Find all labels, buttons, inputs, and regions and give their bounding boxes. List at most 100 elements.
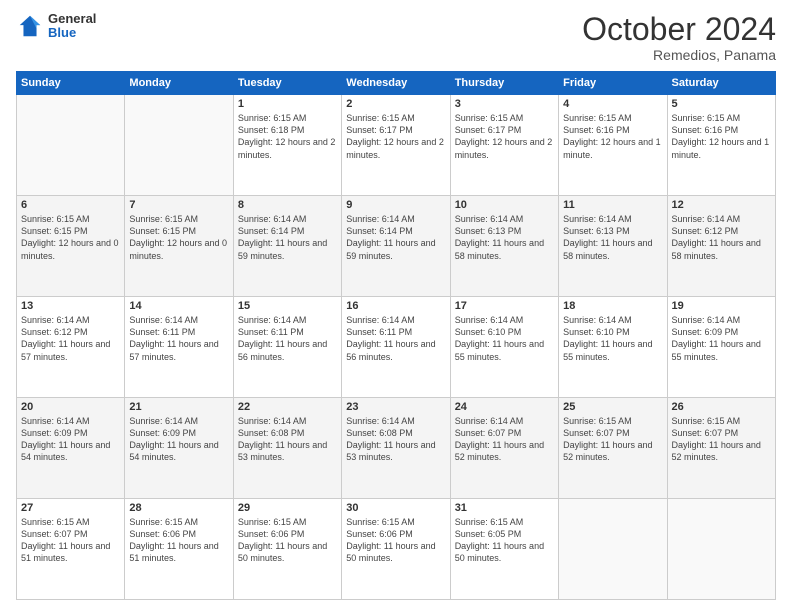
calendar-cell	[125, 95, 233, 196]
day-number: 12	[672, 199, 771, 211]
calendar-cell: 31Sunrise: 6:15 AM Sunset: 6:05 PM Dayli…	[450, 499, 558, 600]
day-number: 2	[346, 98, 445, 110]
logo-icon	[16, 12, 44, 40]
day-number: 24	[455, 401, 554, 413]
calendar-cell: 6Sunrise: 6:15 AM Sunset: 6:15 PM Daylig…	[17, 196, 125, 297]
cell-info: Sunrise: 6:14 AM Sunset: 6:09 PM Dayligh…	[129, 415, 228, 464]
calendar-cell: 7 Sunrise: 6:15 AM Sunset: 6:15 PM Daylig…	[125, 196, 233, 297]
day-number: 18	[563, 300, 662, 312]
day-number: 13	[21, 300, 120, 312]
cell-info: Sunrise: 6:15 AM Sunset: 6:07 PM Dayligh…	[563, 415, 662, 464]
logo: General Blue	[16, 12, 96, 41]
calendar-header-row: SundayMondayTuesdayWednesdayThursdayFrid…	[17, 72, 776, 95]
calendar-cell: 26 Sunrise: 6:15 AM Sunset: 6:07 PM Dayli…	[667, 398, 775, 499]
location-subtitle: Remedios, Panama	[582, 47, 776, 63]
calendar-cell: 9 Sunrise: 6:14 AM Sunset: 6:14 PM Daylig…	[342, 196, 450, 297]
page: General Blue October 2024 Remedios, Pana…	[0, 0, 792, 612]
calendar-cell: 8Sunrise: 6:14 AM Sunset: 6:14 PM Daylig…	[233, 196, 341, 297]
cell-info: Sunrise: 6:15 AM Sunset: 6:07 PM Dayligh…	[21, 516, 120, 565]
cell-info: Sunrise: 6:14 AM Sunset: 6:10 PM Dayligh…	[455, 314, 554, 363]
day-header-friday: Friday	[559, 72, 667, 95]
calendar-cell	[17, 95, 125, 196]
cell-info: Sunrise: 6:15 AM Sunset: 6:17 PM Dayligh…	[455, 112, 554, 161]
calendar-cell	[667, 499, 775, 600]
calendar-cell: 4 Sunrise: 6:15 AM Sunset: 6:16 PM Daylig…	[559, 95, 667, 196]
cell-info: Sunrise: 6:15 AM Sunset: 6:07 PM Dayligh…	[672, 415, 771, 464]
calendar-cell: 20 Sunrise: 6:14 AM Sunset: 6:09 PM Dayli…	[17, 398, 125, 499]
day-number: 25	[563, 401, 662, 413]
cell-info: Sunrise: 6:15 AM Sunset: 6:16 PM Dayligh…	[563, 112, 662, 161]
day-header-tuesday: Tuesday	[233, 72, 341, 95]
calendar-week-row: 20 Sunrise: 6:14 AM Sunset: 6:09 PM Dayli…	[17, 398, 776, 499]
day-header-saturday: Saturday	[667, 72, 775, 95]
calendar-cell: 11 Sunrise: 6:14 AM Sunset: 6:13 PM Dayli…	[559, 196, 667, 297]
day-header-wednesday: Wednesday	[342, 72, 450, 95]
day-number: 17	[455, 300, 554, 312]
calendar-week-row: 13 Sunrise: 6:14 AM Sunset: 6:12 PM Dayli…	[17, 297, 776, 398]
calendar-cell: 5 Sunrise: 6:15 AM Sunset: 6:16 PM Daylig…	[667, 95, 775, 196]
cell-info: Sunrise: 6:15 AM Sunset: 6:15 PM Dayligh…	[129, 213, 228, 262]
calendar-week-row: 27 Sunrise: 6:15 AM Sunset: 6:07 PM Dayli…	[17, 499, 776, 600]
day-number: 11	[563, 199, 662, 211]
day-number: 7	[129, 199, 228, 211]
calendar-cell: 30 Sunrise: 6:15 AM Sunset: 6:06 PM Dayli…	[342, 499, 450, 600]
month-title: October 2024	[582, 12, 776, 47]
cell-info: Sunrise: 6:15 AM Sunset: 6:16 PM Dayligh…	[672, 112, 771, 161]
day-number: 15	[238, 300, 337, 312]
cell-info: Sunrise: 6:15 AM Sunset: 6:15 PM Dayligh…	[21, 213, 120, 262]
day-header-thursday: Thursday	[450, 72, 558, 95]
cell-info: Sunrise: 6:14 AM Sunset: 6:10 PM Dayligh…	[563, 314, 662, 363]
calendar-cell: 21 Sunrise: 6:14 AM Sunset: 6:09 PM Dayli…	[125, 398, 233, 499]
logo-general-text: General	[48, 12, 96, 26]
calendar-cell: 3Sunrise: 6:15 AM Sunset: 6:17 PM Daylig…	[450, 95, 558, 196]
cell-info: Sunrise: 6:14 AM Sunset: 6:13 PM Dayligh…	[455, 213, 554, 262]
cell-info: Sunrise: 6:15 AM Sunset: 6:06 PM Dayligh…	[129, 516, 228, 565]
cell-info: Sunrise: 6:15 AM Sunset: 6:18 PM Dayligh…	[238, 112, 337, 161]
calendar-table: SundayMondayTuesdayWednesdayThursdayFrid…	[16, 71, 776, 600]
calendar-cell: 19Sunrise: 6:14 AM Sunset: 6:09 PM Dayli…	[667, 297, 775, 398]
day-header-monday: Monday	[125, 72, 233, 95]
title-area: October 2024 Remedios, Panama	[582, 12, 776, 63]
day-number: 21	[129, 401, 228, 413]
calendar-cell: 22 Sunrise: 6:14 AM Sunset: 6:08 PM Dayli…	[233, 398, 341, 499]
day-number: 1	[238, 98, 337, 110]
calendar-cell: 2 Sunrise: 6:15 AM Sunset: 6:17 PM Daylig…	[342, 95, 450, 196]
day-number: 14	[129, 300, 228, 312]
day-number: 26	[672, 401, 771, 413]
cell-info: Sunrise: 6:14 AM Sunset: 6:13 PM Dayligh…	[563, 213, 662, 262]
day-number: 30	[346, 502, 445, 514]
day-number: 22	[238, 401, 337, 413]
cell-info: Sunrise: 6:14 AM Sunset: 6:11 PM Dayligh…	[238, 314, 337, 363]
day-number: 9	[346, 199, 445, 211]
day-number: 5	[672, 98, 771, 110]
cell-info: Sunrise: 6:14 AM Sunset: 6:08 PM Dayligh…	[238, 415, 337, 464]
calendar-cell: 10 Sunrise: 6:14 AM Sunset: 6:13 PM Dayli…	[450, 196, 558, 297]
logo-blue-text: Blue	[48, 26, 96, 40]
calendar-cell: 16Sunrise: 6:14 AM Sunset: 6:11 PM Dayli…	[342, 297, 450, 398]
calendar-cell: 27 Sunrise: 6:15 AM Sunset: 6:07 PM Dayli…	[17, 499, 125, 600]
cell-info: Sunrise: 6:15 AM Sunset: 6:17 PM Dayligh…	[346, 112, 445, 161]
calendar-week-row: 1 Sunrise: 6:15 AM Sunset: 6:18 PM Daylig…	[17, 95, 776, 196]
calendar-cell	[559, 499, 667, 600]
cell-info: Sunrise: 6:14 AM Sunset: 6:11 PM Dayligh…	[346, 314, 445, 363]
calendar-cell: 13 Sunrise: 6:14 AM Sunset: 6:12 PM Dayli…	[17, 297, 125, 398]
day-number: 27	[21, 502, 120, 514]
day-number: 10	[455, 199, 554, 211]
cell-info: Sunrise: 6:15 AM Sunset: 6:06 PM Dayligh…	[346, 516, 445, 565]
calendar-cell: 18 Sunrise: 6:14 AM Sunset: 6:10 PM Dayli…	[559, 297, 667, 398]
calendar-cell: 12Sunrise: 6:14 AM Sunset: 6:12 PM Dayli…	[667, 196, 775, 297]
day-number: 20	[21, 401, 120, 413]
cell-info: Sunrise: 6:14 AM Sunset: 6:09 PM Dayligh…	[21, 415, 120, 464]
day-number: 28	[129, 502, 228, 514]
cell-info: Sunrise: 6:14 AM Sunset: 6:14 PM Dayligh…	[346, 213, 445, 262]
day-number: 23	[346, 401, 445, 413]
cell-info: Sunrise: 6:14 AM Sunset: 6:12 PM Dayligh…	[21, 314, 120, 363]
calendar-cell: 24Sunrise: 6:14 AM Sunset: 6:07 PM Dayli…	[450, 398, 558, 499]
calendar-cell: 14Sunrise: 6:14 AM Sunset: 6:11 PM Dayli…	[125, 297, 233, 398]
calendar-cell: 1 Sunrise: 6:15 AM Sunset: 6:18 PM Daylig…	[233, 95, 341, 196]
calendar-cell: 28 Sunrise: 6:15 AM Sunset: 6:06 PM Dayli…	[125, 499, 233, 600]
calendar-cell: 25 Sunrise: 6:15 AM Sunset: 6:07 PM Dayli…	[559, 398, 667, 499]
cell-info: Sunrise: 6:14 AM Sunset: 6:09 PM Dayligh…	[672, 314, 771, 363]
day-header-sunday: Sunday	[17, 72, 125, 95]
day-number: 4	[563, 98, 662, 110]
